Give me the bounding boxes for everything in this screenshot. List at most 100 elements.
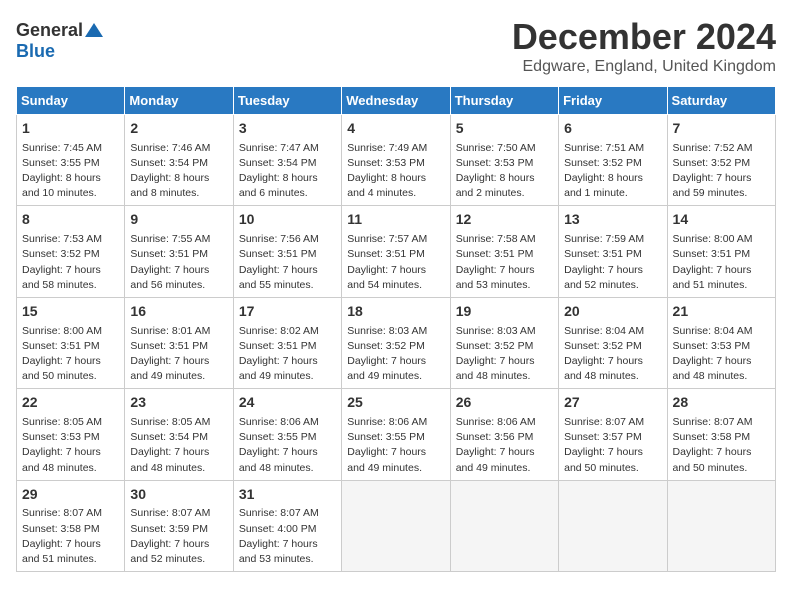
cell-content: Sunrise: 7:55 AMSunset: 3:51 PMDaylight:…	[130, 232, 227, 293]
column-header-sunday: Sunday	[17, 87, 125, 115]
calendar-table: SundayMondayTuesdayWednesdayThursdayFrid…	[16, 86, 776, 572]
calendar-cell: 22Sunrise: 8:05 AMSunset: 3:53 PMDayligh…	[17, 389, 125, 480]
cell-content: Sunrise: 8:07 AMSunset: 3:59 PMDaylight:…	[130, 506, 227, 567]
day-number: 17	[239, 302, 336, 322]
cell-content: Sunrise: 8:06 AMSunset: 3:55 PMDaylight:…	[239, 415, 336, 476]
day-number: 14	[673, 210, 770, 230]
cell-content: Sunrise: 7:56 AMSunset: 3:51 PMDaylight:…	[239, 232, 336, 293]
day-number: 10	[239, 210, 336, 230]
calendar-cell: 26Sunrise: 8:06 AMSunset: 3:56 PMDayligh…	[450, 389, 558, 480]
calendar-cell: 29Sunrise: 8:07 AMSunset: 3:58 PMDayligh…	[17, 480, 125, 571]
calendar-cell: 8Sunrise: 7:53 AMSunset: 3:52 PMDaylight…	[17, 206, 125, 297]
day-number: 8	[22, 210, 119, 230]
cell-content: Sunrise: 8:02 AMSunset: 3:51 PMDaylight:…	[239, 324, 336, 385]
month-title: December 2024	[512, 16, 776, 58]
calendar-cell: 7Sunrise: 7:52 AMSunset: 3:52 PMDaylight…	[667, 115, 775, 206]
day-number: 25	[347, 393, 444, 413]
calendar-week-2: 8Sunrise: 7:53 AMSunset: 3:52 PMDaylight…	[17, 206, 776, 297]
cell-content: Sunrise: 8:07 AMSunset: 3:58 PMDaylight:…	[673, 415, 770, 476]
calendar-cell: 30Sunrise: 8:07 AMSunset: 3:59 PMDayligh…	[125, 480, 233, 571]
calendar-cell: 15Sunrise: 8:00 AMSunset: 3:51 PMDayligh…	[17, 297, 125, 388]
logo-blue: Blue	[16, 41, 55, 62]
calendar-cell	[667, 480, 775, 571]
cell-content: Sunrise: 8:03 AMSunset: 3:52 PMDaylight:…	[456, 324, 553, 385]
cell-content: Sunrise: 7:52 AMSunset: 3:52 PMDaylight:…	[673, 141, 770, 202]
column-header-tuesday: Tuesday	[233, 87, 341, 115]
day-number: 2	[130, 119, 227, 139]
cell-content: Sunrise: 8:07 AMSunset: 4:00 PMDaylight:…	[239, 506, 336, 567]
day-number: 24	[239, 393, 336, 413]
cell-content: Sunrise: 7:46 AMSunset: 3:54 PMDaylight:…	[130, 141, 227, 202]
calendar-cell: 11Sunrise: 7:57 AMSunset: 3:51 PMDayligh…	[342, 206, 450, 297]
calendar-cell: 14Sunrise: 8:00 AMSunset: 3:51 PMDayligh…	[667, 206, 775, 297]
cell-content: Sunrise: 7:50 AMSunset: 3:53 PMDaylight:…	[456, 141, 553, 202]
column-header-monday: Monday	[125, 87, 233, 115]
calendar-cell: 4Sunrise: 7:49 AMSunset: 3:53 PMDaylight…	[342, 115, 450, 206]
cell-content: Sunrise: 8:03 AMSunset: 3:52 PMDaylight:…	[347, 324, 444, 385]
day-number: 28	[673, 393, 770, 413]
calendar-cell: 1Sunrise: 7:45 AMSunset: 3:55 PMDaylight…	[17, 115, 125, 206]
logo-general: General	[16, 20, 83, 41]
cell-content: Sunrise: 7:45 AMSunset: 3:55 PMDaylight:…	[22, 141, 119, 202]
cell-content: Sunrise: 7:53 AMSunset: 3:52 PMDaylight:…	[22, 232, 119, 293]
column-header-saturday: Saturday	[667, 87, 775, 115]
day-number: 15	[22, 302, 119, 322]
day-number: 3	[239, 119, 336, 139]
day-number: 6	[564, 119, 661, 139]
cell-content: Sunrise: 8:04 AMSunset: 3:53 PMDaylight:…	[673, 324, 770, 385]
calendar-cell: 9Sunrise: 7:55 AMSunset: 3:51 PMDaylight…	[125, 206, 233, 297]
calendar-cell: 3Sunrise: 7:47 AMSunset: 3:54 PMDaylight…	[233, 115, 341, 206]
calendar-week-5: 29Sunrise: 8:07 AMSunset: 3:58 PMDayligh…	[17, 480, 776, 571]
calendar-cell: 12Sunrise: 7:58 AMSunset: 3:51 PMDayligh…	[450, 206, 558, 297]
cell-content: Sunrise: 8:00 AMSunset: 3:51 PMDaylight:…	[673, 232, 770, 293]
cell-content: Sunrise: 8:05 AMSunset: 3:54 PMDaylight:…	[130, 415, 227, 476]
logo: General Blue	[16, 20, 103, 62]
calendar-week-1: 1Sunrise: 7:45 AMSunset: 3:55 PMDaylight…	[17, 115, 776, 206]
day-number: 22	[22, 393, 119, 413]
cell-content: Sunrise: 8:07 AMSunset: 3:57 PMDaylight:…	[564, 415, 661, 476]
calendar-week-4: 22Sunrise: 8:05 AMSunset: 3:53 PMDayligh…	[17, 389, 776, 480]
location-title: Edgware, England, United Kingdom	[512, 58, 776, 76]
day-number: 31	[239, 485, 336, 505]
day-number: 27	[564, 393, 661, 413]
calendar-cell	[342, 480, 450, 571]
calendar-cell: 2Sunrise: 7:46 AMSunset: 3:54 PMDaylight…	[125, 115, 233, 206]
cell-content: Sunrise: 7:57 AMSunset: 3:51 PMDaylight:…	[347, 232, 444, 293]
calendar-cell: 27Sunrise: 8:07 AMSunset: 3:57 PMDayligh…	[559, 389, 667, 480]
column-header-wednesday: Wednesday	[342, 87, 450, 115]
calendar-cell	[559, 480, 667, 571]
calendar-cell: 5Sunrise: 7:50 AMSunset: 3:53 PMDaylight…	[450, 115, 558, 206]
cell-content: Sunrise: 7:47 AMSunset: 3:54 PMDaylight:…	[239, 141, 336, 202]
day-number: 5	[456, 119, 553, 139]
calendar-body: 1Sunrise: 7:45 AMSunset: 3:55 PMDaylight…	[17, 115, 776, 572]
cell-content: Sunrise: 8:07 AMSunset: 3:58 PMDaylight:…	[22, 506, 119, 567]
calendar-cell: 21Sunrise: 8:04 AMSunset: 3:53 PMDayligh…	[667, 297, 775, 388]
day-number: 18	[347, 302, 444, 322]
calendar-header-row: SundayMondayTuesdayWednesdayThursdayFrid…	[17, 87, 776, 115]
day-number: 30	[130, 485, 227, 505]
day-number: 21	[673, 302, 770, 322]
day-number: 20	[564, 302, 661, 322]
cell-content: Sunrise: 7:59 AMSunset: 3:51 PMDaylight:…	[564, 232, 661, 293]
cell-content: Sunrise: 8:06 AMSunset: 3:56 PMDaylight:…	[456, 415, 553, 476]
day-number: 12	[456, 210, 553, 230]
column-header-friday: Friday	[559, 87, 667, 115]
day-number: 16	[130, 302, 227, 322]
cell-content: Sunrise: 8:06 AMSunset: 3:55 PMDaylight:…	[347, 415, 444, 476]
day-number: 29	[22, 485, 119, 505]
logo-bird-icon	[85, 21, 103, 39]
calendar-cell: 19Sunrise: 8:03 AMSunset: 3:52 PMDayligh…	[450, 297, 558, 388]
cell-content: Sunrise: 8:00 AMSunset: 3:51 PMDaylight:…	[22, 324, 119, 385]
calendar-cell: 16Sunrise: 8:01 AMSunset: 3:51 PMDayligh…	[125, 297, 233, 388]
calendar-cell: 18Sunrise: 8:03 AMSunset: 3:52 PMDayligh…	[342, 297, 450, 388]
column-header-thursday: Thursday	[450, 87, 558, 115]
day-number: 1	[22, 119, 119, 139]
calendar-cell: 25Sunrise: 8:06 AMSunset: 3:55 PMDayligh…	[342, 389, 450, 480]
cell-content: Sunrise: 8:01 AMSunset: 3:51 PMDaylight:…	[130, 324, 227, 385]
calendar-cell: 17Sunrise: 8:02 AMSunset: 3:51 PMDayligh…	[233, 297, 341, 388]
calendar-cell: 6Sunrise: 7:51 AMSunset: 3:52 PMDaylight…	[559, 115, 667, 206]
calendar-cell	[450, 480, 558, 571]
day-number: 26	[456, 393, 553, 413]
day-number: 9	[130, 210, 227, 230]
day-number: 13	[564, 210, 661, 230]
